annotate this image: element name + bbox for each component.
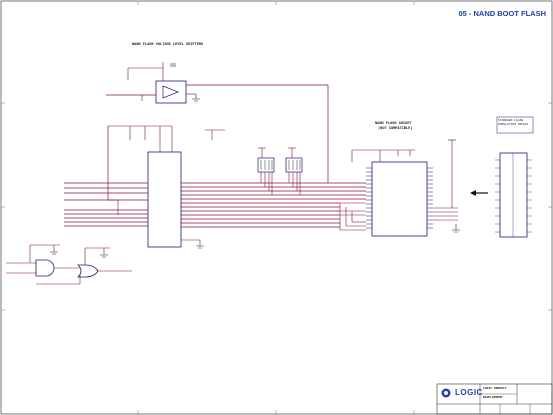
or-gate: [77, 264, 99, 278]
schematic-sheet: 05 - NAND BOOT FLASH NAND FLASH VOLTAGE …: [0, 0, 553, 415]
nand-socket-ic: [371, 161, 428, 237]
level-shifter-ic: [155, 80, 187, 104]
nand-socket-label: NAND FLASH SOCKET: [375, 122, 412, 126]
sheet-title: 05 - NAND BOOT FLASH: [458, 9, 546, 18]
and-gate: [35, 259, 55, 277]
logic-gates-block: [6, 244, 132, 285]
buffer-symbol: [162, 85, 179, 99]
schematic-drawing: [0, 0, 553, 415]
level-shifter-label: NAND FLASH VOLTAGE LEVEL SHIFTERS: [132, 43, 204, 47]
nand-socket-block: [351, 139, 460, 237]
logo-text: LOGIC: [455, 388, 483, 397]
level-shifter-block: [106, 62, 329, 183]
population-socket: [499, 152, 528, 238]
title-block-line1: LOGIC PRODUCT: [483, 387, 507, 390]
right-output-bus: [181, 182, 366, 228]
sheet-frame: [0, 0, 553, 415]
buffer-ic: [147, 151, 182, 248]
population-socket-block: [470, 116, 534, 238]
nand-socket-sublabel: (NOT COMPATIBLE): [378, 127, 413, 131]
buffer-ic-block: [64, 125, 366, 249]
socket-pins-left: [366, 167, 372, 229]
socket-pins-right: [427, 167, 433, 229]
left-input-bus: [64, 182, 148, 227]
frame-ticks: [1, 1, 552, 414]
population-note-label: STANDARD FLASH POPULATION SOCKET: [498, 119, 529, 126]
title-block-line2: DEVELOPMENT: [483, 396, 503, 399]
resistor-packs: [257, 147, 303, 195]
